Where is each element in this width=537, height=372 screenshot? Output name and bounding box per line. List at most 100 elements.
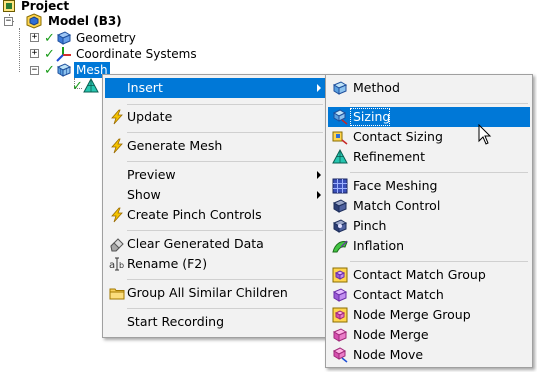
menu-item-generate-mesh[interactable]: Generate Mesh	[105, 136, 325, 156]
insert-submenu: Method Sizing Contact Sizing Refinement …	[325, 74, 533, 368]
submenu-arrow-icon	[317, 84, 321, 92]
menu-item-start-recording[interactable]: Start Recording	[105, 312, 325, 332]
menu-item-label: Insert	[127, 80, 163, 95]
model-icon	[26, 13, 42, 29]
menu-item-label: Sizing	[353, 109, 391, 124]
mesh-icon	[56, 62, 72, 78]
lightning-icon	[109, 207, 125, 223]
menu-separator	[127, 308, 323, 309]
menu-separator	[127, 161, 323, 162]
geometry-icon	[56, 30, 72, 46]
menu-item-label: Node Merge	[353, 327, 429, 342]
eraser-icon	[109, 236, 125, 252]
menu-item-label: Refinement	[353, 149, 425, 164]
menu-separator	[127, 279, 323, 280]
submenu-item-contact-match-group[interactable]: Contact Match Group	[328, 265, 530, 285]
menu-item-label: Clear Generated Data	[127, 236, 264, 251]
submenu-item-face-meshing[interactable]: Face Meshing	[328, 176, 530, 196]
menu-separator	[127, 230, 323, 231]
sizing-icon	[332, 109, 348, 125]
mouse-cursor-icon	[478, 123, 492, 146]
menu-separator	[127, 104, 323, 105]
menu-item-label: Update	[127, 109, 173, 124]
tree-connector	[19, 28, 20, 72]
menu-item-label: Inflation	[353, 238, 405, 253]
menu-item-label: Preview	[127, 167, 176, 182]
menu-item-clear-generated-data[interactable]: Clear Generated Data	[105, 234, 325, 254]
menu-item-label: Contact Sizing	[353, 129, 443, 144]
submenu-item-node-merge-group[interactable]: Node Merge Group	[328, 305, 530, 325]
submenu-arrow-icon	[317, 171, 321, 179]
menu-item-show[interactable]: Show	[105, 185, 325, 205]
folder-icon	[109, 285, 125, 301]
submenu-item-contact-match[interactable]: Contact Match	[328, 285, 530, 305]
menu-separator	[350, 261, 528, 262]
submenu-item-node-move[interactable]: Node Move	[328, 345, 530, 365]
menu-item-label: Pinch	[353, 218, 387, 233]
menu-item-label: Method	[353, 80, 400, 95]
menu-separator	[350, 172, 528, 173]
menu-item-label: Contact Match Group	[353, 267, 486, 282]
collapse-toggle[interactable]: −	[4, 17, 13, 26]
menu-separator	[127, 132, 323, 133]
menu-item-label: Show	[127, 187, 161, 202]
submenu-item-node-merge[interactable]: Node Merge	[328, 325, 530, 345]
node-merge-icon	[332, 327, 348, 343]
rename-icon: ab	[109, 256, 125, 272]
menu-item-label: Node Merge Group	[353, 307, 471, 322]
menu-item-preview[interactable]: Preview	[105, 165, 325, 185]
menu-item-create-pinch-controls[interactable]: Create Pinch Controls	[105, 205, 325, 225]
contact-sizing-icon	[332, 129, 348, 145]
context-menu: Insert Update Generate Mesh Preview Show…	[102, 74, 328, 338]
menu-item-label: Match Control	[353, 198, 441, 213]
submenu-item-inflation[interactable]: Inflation	[328, 236, 530, 256]
menu-item-label: Node Move	[353, 347, 424, 362]
collapse-toggle[interactable]: −	[30, 66, 39, 75]
check-icon: ✓	[44, 63, 55, 78]
svg-text:b: b	[119, 261, 124, 270]
submenu-item-sizing[interactable]: Sizing	[328, 107, 530, 127]
contact-match-group-icon	[332, 267, 348, 283]
menu-item-label: Contact Match	[353, 287, 444, 302]
face-meshing-icon	[332, 178, 348, 194]
check-icon: ✓	[44, 47, 55, 62]
menu-item-insert[interactable]: Insert	[105, 78, 325, 98]
menu-item-update[interactable]: Update	[105, 107, 325, 127]
node-merge-group-icon	[332, 307, 348, 323]
inflation-icon	[332, 238, 348, 254]
menu-item-label: Rename (F2)	[127, 256, 208, 271]
node-move-icon	[332, 347, 348, 363]
match-control-icon	[332, 198, 348, 214]
menu-item-rename[interactable]: ab Rename (F2)	[105, 254, 325, 274]
expand-toggle[interactable]: +	[30, 49, 39, 58]
submenu-arrow-icon	[317, 191, 321, 199]
pinch-icon	[332, 218, 348, 234]
lightning-icon	[109, 109, 125, 125]
refinement-icon	[83, 77, 99, 94]
expand-toggle[interactable]: +	[30, 33, 39, 42]
submenu-item-contact-sizing[interactable]: Contact Sizing	[328, 127, 530, 147]
menu-item-group-all-similar-children[interactable]: Group All Similar Children	[105, 283, 325, 303]
refinement-icon	[332, 148, 348, 165]
check-icon: ✓	[44, 31, 55, 46]
tree-item-project[interactable]: Project	[21, 0, 69, 13]
submenu-item-refinement[interactable]: Refinement	[328, 147, 530, 167]
menu-item-label: Start Recording	[127, 314, 225, 329]
check-icon: ✓	[72, 79, 83, 94]
svg-text:a: a	[109, 260, 115, 271]
menu-item-label: Create Pinch Controls	[127, 207, 262, 222]
submenu-item-match-control[interactable]: Match Control	[328, 196, 530, 216]
menu-item-label: Group All Similar Children	[127, 285, 288, 300]
tree-item-coordinate-systems[interactable]: Coordinate Systems	[76, 47, 197, 61]
menu-separator	[350, 103, 528, 104]
tree-item-geometry[interactable]: Geometry	[76, 31, 136, 45]
tree-item-model[interactable]: Model (B3)	[48, 14, 122, 28]
menu-item-label: Generate Mesh	[127, 138, 223, 153]
menu-item-label: Face Meshing	[353, 178, 438, 193]
submenu-item-pinch[interactable]: Pinch	[328, 216, 530, 236]
project-icon	[3, 0, 15, 12]
coordinate-systems-icon	[56, 46, 72, 62]
submenu-item-method[interactable]: Method	[328, 78, 530, 98]
contact-match-icon	[332, 287, 348, 303]
lightning-icon	[109, 138, 125, 154]
